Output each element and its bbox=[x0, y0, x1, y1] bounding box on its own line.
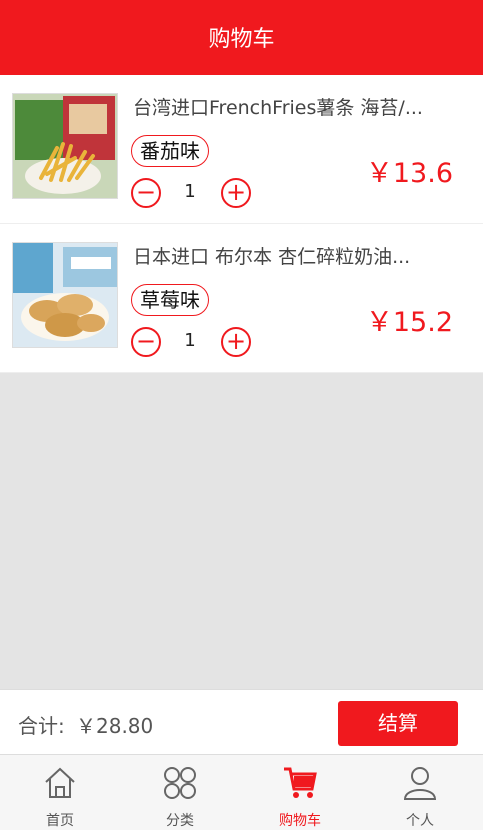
tab-label: 购物车 bbox=[279, 813, 321, 829]
bottom-tab-bar: 首页 分类 购物车 个人 bbox=[0, 754, 483, 830]
quantity-stepper: − 1 + bbox=[131, 178, 253, 208]
quantity-value: 1 bbox=[184, 181, 196, 202]
tab-label: 首页 bbox=[46, 813, 74, 829]
flavor-tag: 番茄味 bbox=[131, 135, 209, 167]
page-title: 购物车 bbox=[208, 27, 275, 52]
total-amount: ￥28.80 bbox=[76, 714, 154, 738]
tab-label: 个人 bbox=[406, 813, 434, 829]
tab-category[interactable]: 分类 bbox=[120, 755, 240, 830]
product-name[interactable]: 日本进口 布尔本 杏仁碎粒奶油... bbox=[133, 242, 468, 269]
tab-label: 分类 bbox=[166, 813, 194, 829]
increase-quantity-button[interactable]: + bbox=[221, 178, 251, 208]
quantity-stepper: − 1 + bbox=[131, 327, 253, 357]
fries-product-photo bbox=[13, 94, 117, 198]
checkout-button[interactable]: 结算 bbox=[338, 701, 458, 746]
checkout-bar: 合计: ￥28.80 结算 bbox=[0, 689, 483, 755]
increase-quantity-button[interactable]: + bbox=[221, 327, 251, 357]
cart-icon bbox=[284, 767, 317, 798]
product-price: ￥13.6 bbox=[365, 158, 453, 189]
total-label: 合计: bbox=[18, 714, 65, 738]
category-grid-icon bbox=[164, 767, 196, 799]
tab-profile[interactable]: 个人 bbox=[360, 755, 480, 830]
cart-item[interactable]: 日本进口 布尔本 杏仁碎粒奶油... 草莓味 ￥15.2 − 1 + bbox=[0, 224, 483, 373]
user-icon bbox=[403, 767, 437, 800]
quantity-value: 1 bbox=[184, 330, 196, 351]
product-price: ￥15.2 bbox=[365, 307, 453, 338]
page-header: 购物车 bbox=[0, 0, 483, 75]
product-image[interactable] bbox=[12, 242, 118, 348]
flavor-tag: 草莓味 bbox=[131, 284, 209, 316]
tab-home[interactable]: 首页 bbox=[0, 755, 120, 830]
cart-item[interactable]: 台湾进口FrenchFries薯条 海苔/... 番茄味 ￥13.6 − 1 + bbox=[0, 75, 483, 224]
home-icon bbox=[45, 767, 75, 798]
product-name[interactable]: 台湾进口FrenchFries薯条 海苔/... bbox=[133, 93, 468, 120]
biscuit-product-photo bbox=[13, 243, 117, 347]
decrease-quantity-button[interactable]: − bbox=[131, 178, 161, 208]
cart-list: 台湾进口FrenchFries薯条 海苔/... 番茄味 ￥13.6 − 1 +… bbox=[0, 75, 483, 373]
product-image[interactable] bbox=[12, 93, 118, 199]
tab-cart[interactable]: 购物车 bbox=[240, 755, 360, 830]
decrease-quantity-button[interactable]: − bbox=[131, 327, 161, 357]
